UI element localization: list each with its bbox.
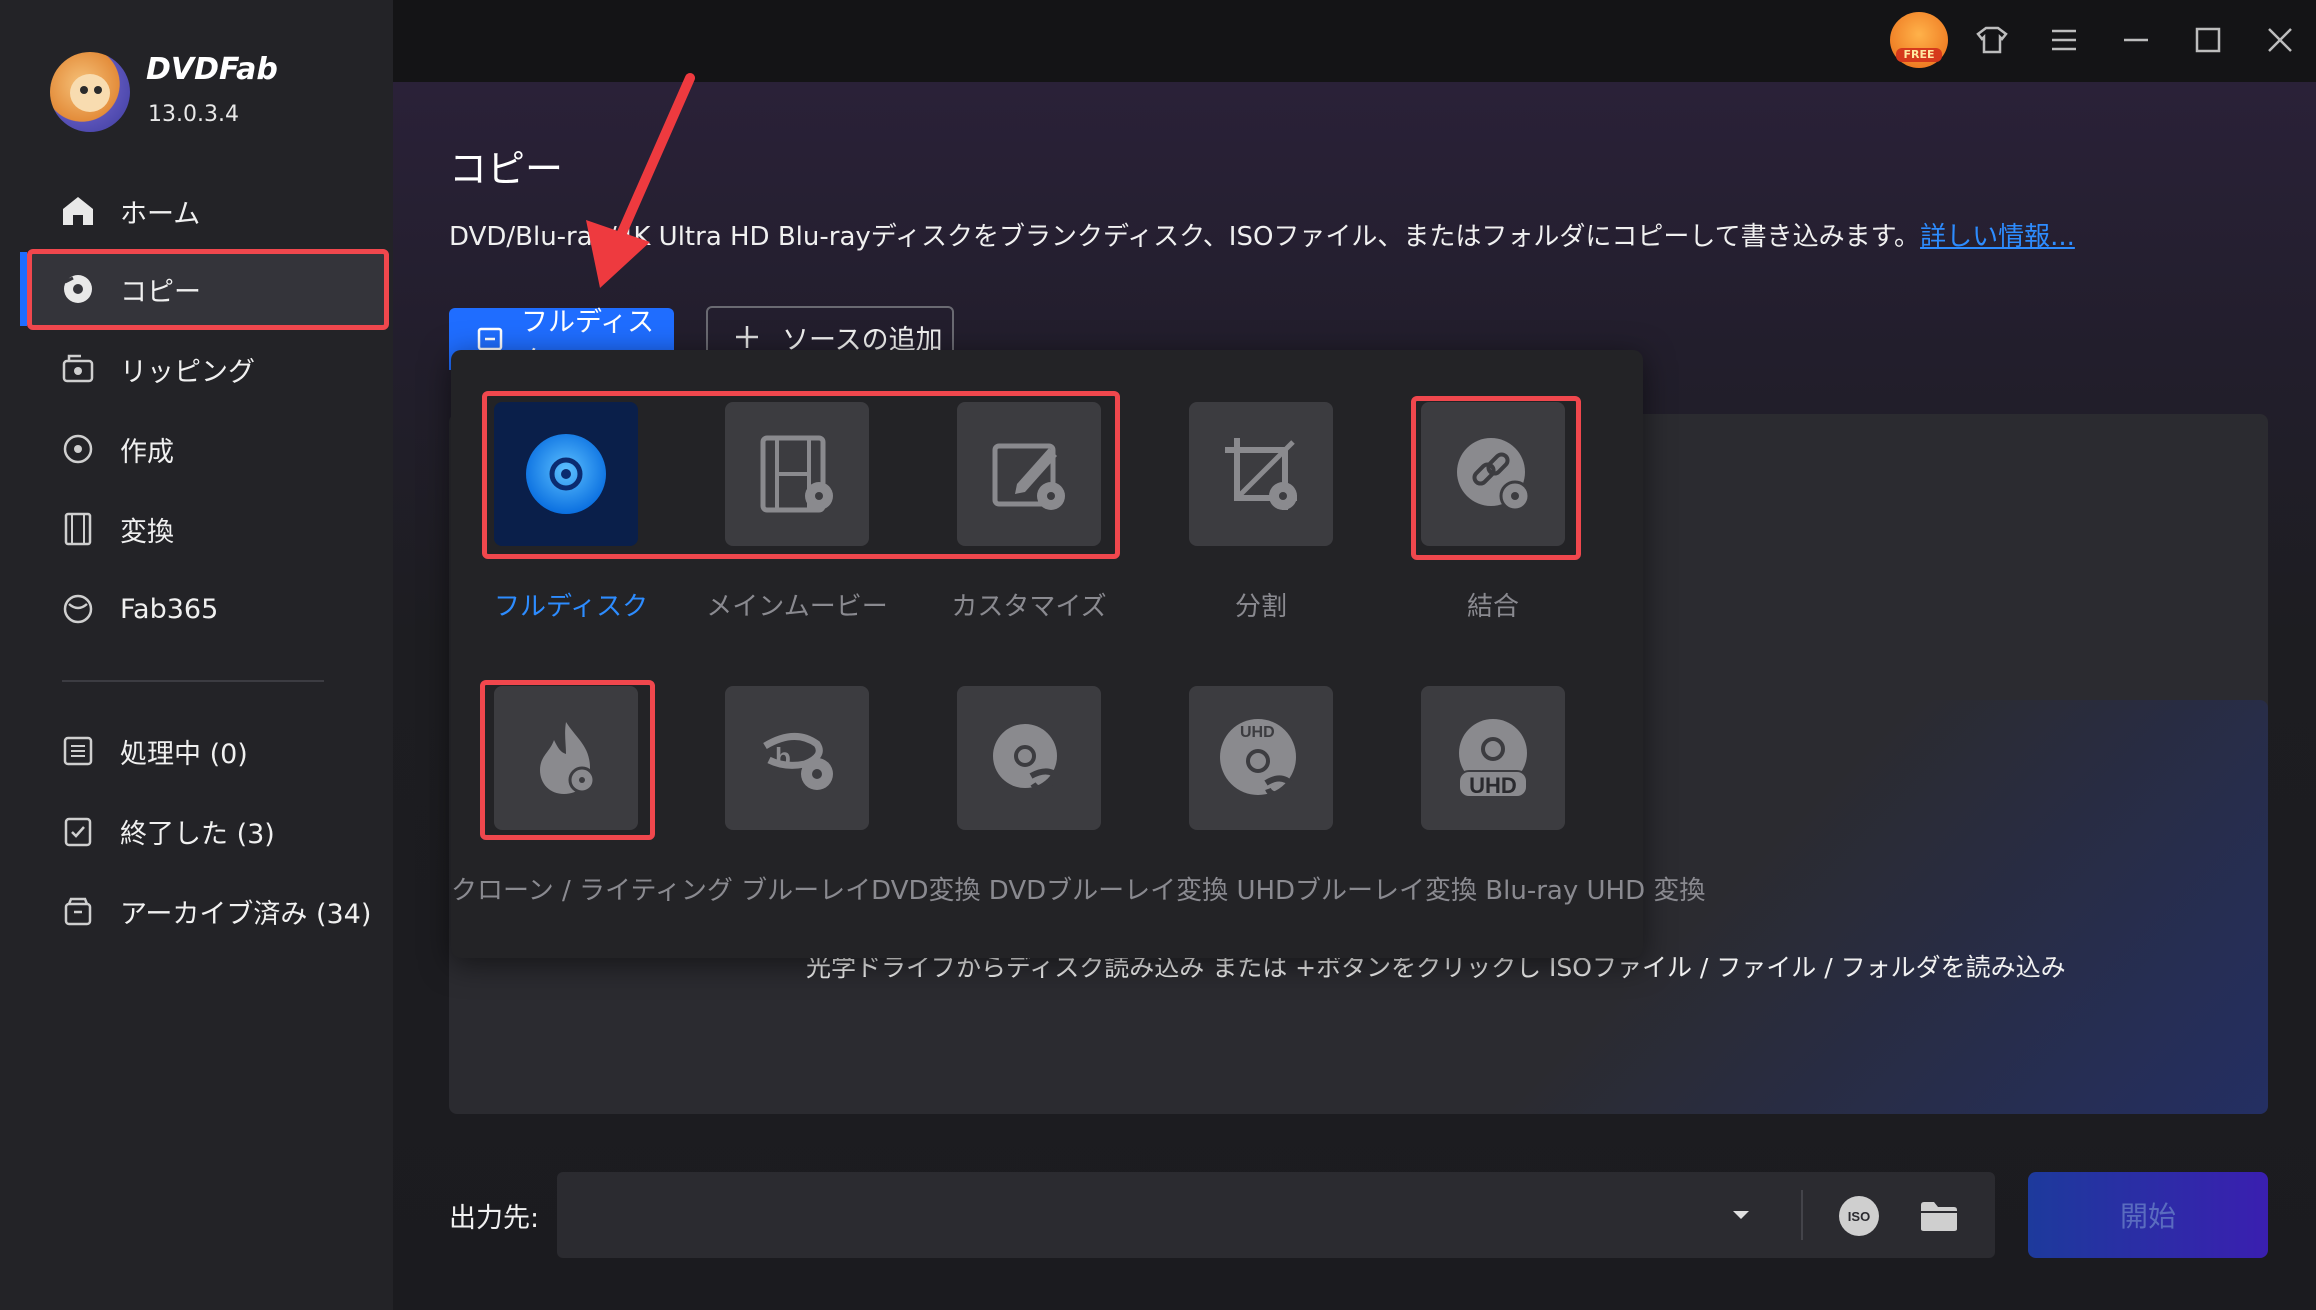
disc-icon: [524, 432, 608, 516]
film-strip-icon: [58, 509, 98, 549]
film-icon: [755, 432, 839, 516]
mode-icon: [477, 327, 503, 351]
output-label: 出力先:: [449, 1203, 540, 1234]
free-gift-icon[interactable]: FREE: [1890, 12, 1948, 68]
red-arrow-annotation: [586, 73, 695, 288]
sidebar-item-label: 変換: [120, 516, 174, 548]
edit-icon: [987, 432, 1071, 516]
bluray-to-dvd-icon: b: [755, 716, 839, 800]
sidebar: DVDFab 13.0.3.4 ホーム コピー リッピング 作成 変換 Fab3…: [0, 0, 393, 1310]
sidebar-item-ripping[interactable]: リッピング: [28, 332, 388, 406]
ripping-icon: [58, 349, 98, 389]
bluray-to-uhd-icon: UHD: [1451, 713, 1535, 803]
sidebar-item-label: 処理中 (0): [120, 738, 248, 770]
mode-label-customize: カスタマイズ: [951, 592, 1107, 622]
mode-tile-merge[interactable]: [1421, 402, 1565, 546]
mode-tile-clone-burn[interactable]: [494, 686, 638, 830]
output-separator: [1801, 1190, 1803, 1240]
list-icon: [58, 731, 98, 771]
mode-tile-main-movie[interactable]: [725, 402, 869, 546]
merge-icon: [1451, 432, 1535, 516]
minimize-icon[interactable]: [2116, 20, 2156, 60]
app-version: 13.0.3.4: [148, 102, 239, 127]
home-icon: [58, 191, 98, 231]
mode-tile-full-disc[interactable]: [494, 402, 638, 546]
output-path-field[interactable]: [557, 1172, 1995, 1258]
sidebar-item-copy[interactable]: コピー: [28, 252, 388, 326]
close-icon[interactable]: [2260, 20, 2300, 60]
maximize-icon[interactable]: [2188, 20, 2228, 60]
sidebar-item-label: ホーム: [120, 198, 201, 230]
page-title: コピー: [449, 147, 564, 191]
start-button[interactable]: 開始: [2028, 1172, 2268, 1258]
skin-icon[interactable]: [1972, 20, 2012, 60]
active-indicator: [20, 252, 27, 326]
free-badge: FREE: [1896, 48, 1942, 62]
folder-icon[interactable]: [1918, 1196, 1960, 1236]
sidebar-item-fab365[interactable]: Fab365: [28, 572, 388, 646]
sidebar-item-label: リッピング: [120, 356, 255, 388]
archive-icon: [58, 891, 98, 931]
clipboard-check-icon: [58, 811, 98, 851]
mode-tile-bluray-to-dvd[interactable]: b: [725, 686, 869, 830]
mode-tile-customize[interactable]: [957, 402, 1101, 546]
sidebar-item-label: Fab365: [120, 593, 219, 625]
mode-tile-dvd-to-bluray[interactable]: [957, 686, 1101, 830]
mode-tile-split[interactable]: [1189, 402, 1333, 546]
iso-output-button[interactable]: ISO: [1839, 1196, 1879, 1236]
mode-tile-uhd-to-bluray[interactable]: UHD: [1189, 686, 1333, 830]
fab365-icon: [58, 589, 98, 629]
mode-label-split: 分割: [1234, 592, 1287, 622]
uhd-to-bluray-icon: UHD: [1216, 713, 1306, 803]
app-logo: [50, 52, 130, 132]
sidebar-item-label: 作成: [120, 436, 174, 468]
mode-tile-bluray-to-uhd[interactable]: UHD: [1421, 686, 1565, 830]
sidebar-item-home[interactable]: ホーム: [28, 174, 388, 248]
svg-text:b: b: [775, 742, 791, 772]
chevron-down-icon[interactable]: [1726, 1200, 1756, 1230]
sidebar-item-convert[interactable]: 変換: [28, 492, 388, 566]
copy-disc-icon: [58, 269, 98, 309]
menu-icon[interactable]: [2044, 20, 2084, 60]
iso-label: ISO: [1847, 1208, 1871, 1224]
split-icon: [1219, 432, 1303, 516]
sidebar-divider: [62, 680, 324, 682]
mode-label-full-disc: フルディスク: [494, 592, 649, 622]
create-icon: [58, 429, 98, 469]
sidebar-item-label: 終了した (3): [120, 818, 275, 850]
mode-label-merge: 結合: [1466, 592, 1519, 622]
sidebar-item-create[interactable]: 作成: [28, 412, 388, 486]
app-brand: DVDFab: [146, 52, 278, 87]
plus-icon: [734, 324, 760, 350]
uhd-text: UHD: [1469, 773, 1517, 798]
sidebar-item-label: コピー: [120, 276, 201, 308]
svg-text:UHD: UHD: [1240, 724, 1275, 741]
more-info-link[interactable]: 詳しい情報...: [1920, 222, 2075, 252]
sidebar-item-finished[interactable]: 終了した (3): [28, 794, 388, 868]
dvd-to-bluray-icon: [987, 716, 1071, 800]
sidebar-item-archived[interactable]: アーカイブ済み (34): [28, 874, 388, 948]
clone-burn-icon: [524, 716, 608, 800]
mode-labels-row2: クローン / ライティング ブルーレイDVD変換 DVDブルーレイ変換 UHDブ…: [451, 876, 1706, 906]
sidebar-item-processing[interactable]: 処理中 (0): [28, 714, 388, 788]
mode-label-main-movie: メインムービー: [706, 592, 888, 622]
sidebar-item-label: アーカイブ済み (34): [120, 898, 372, 930]
